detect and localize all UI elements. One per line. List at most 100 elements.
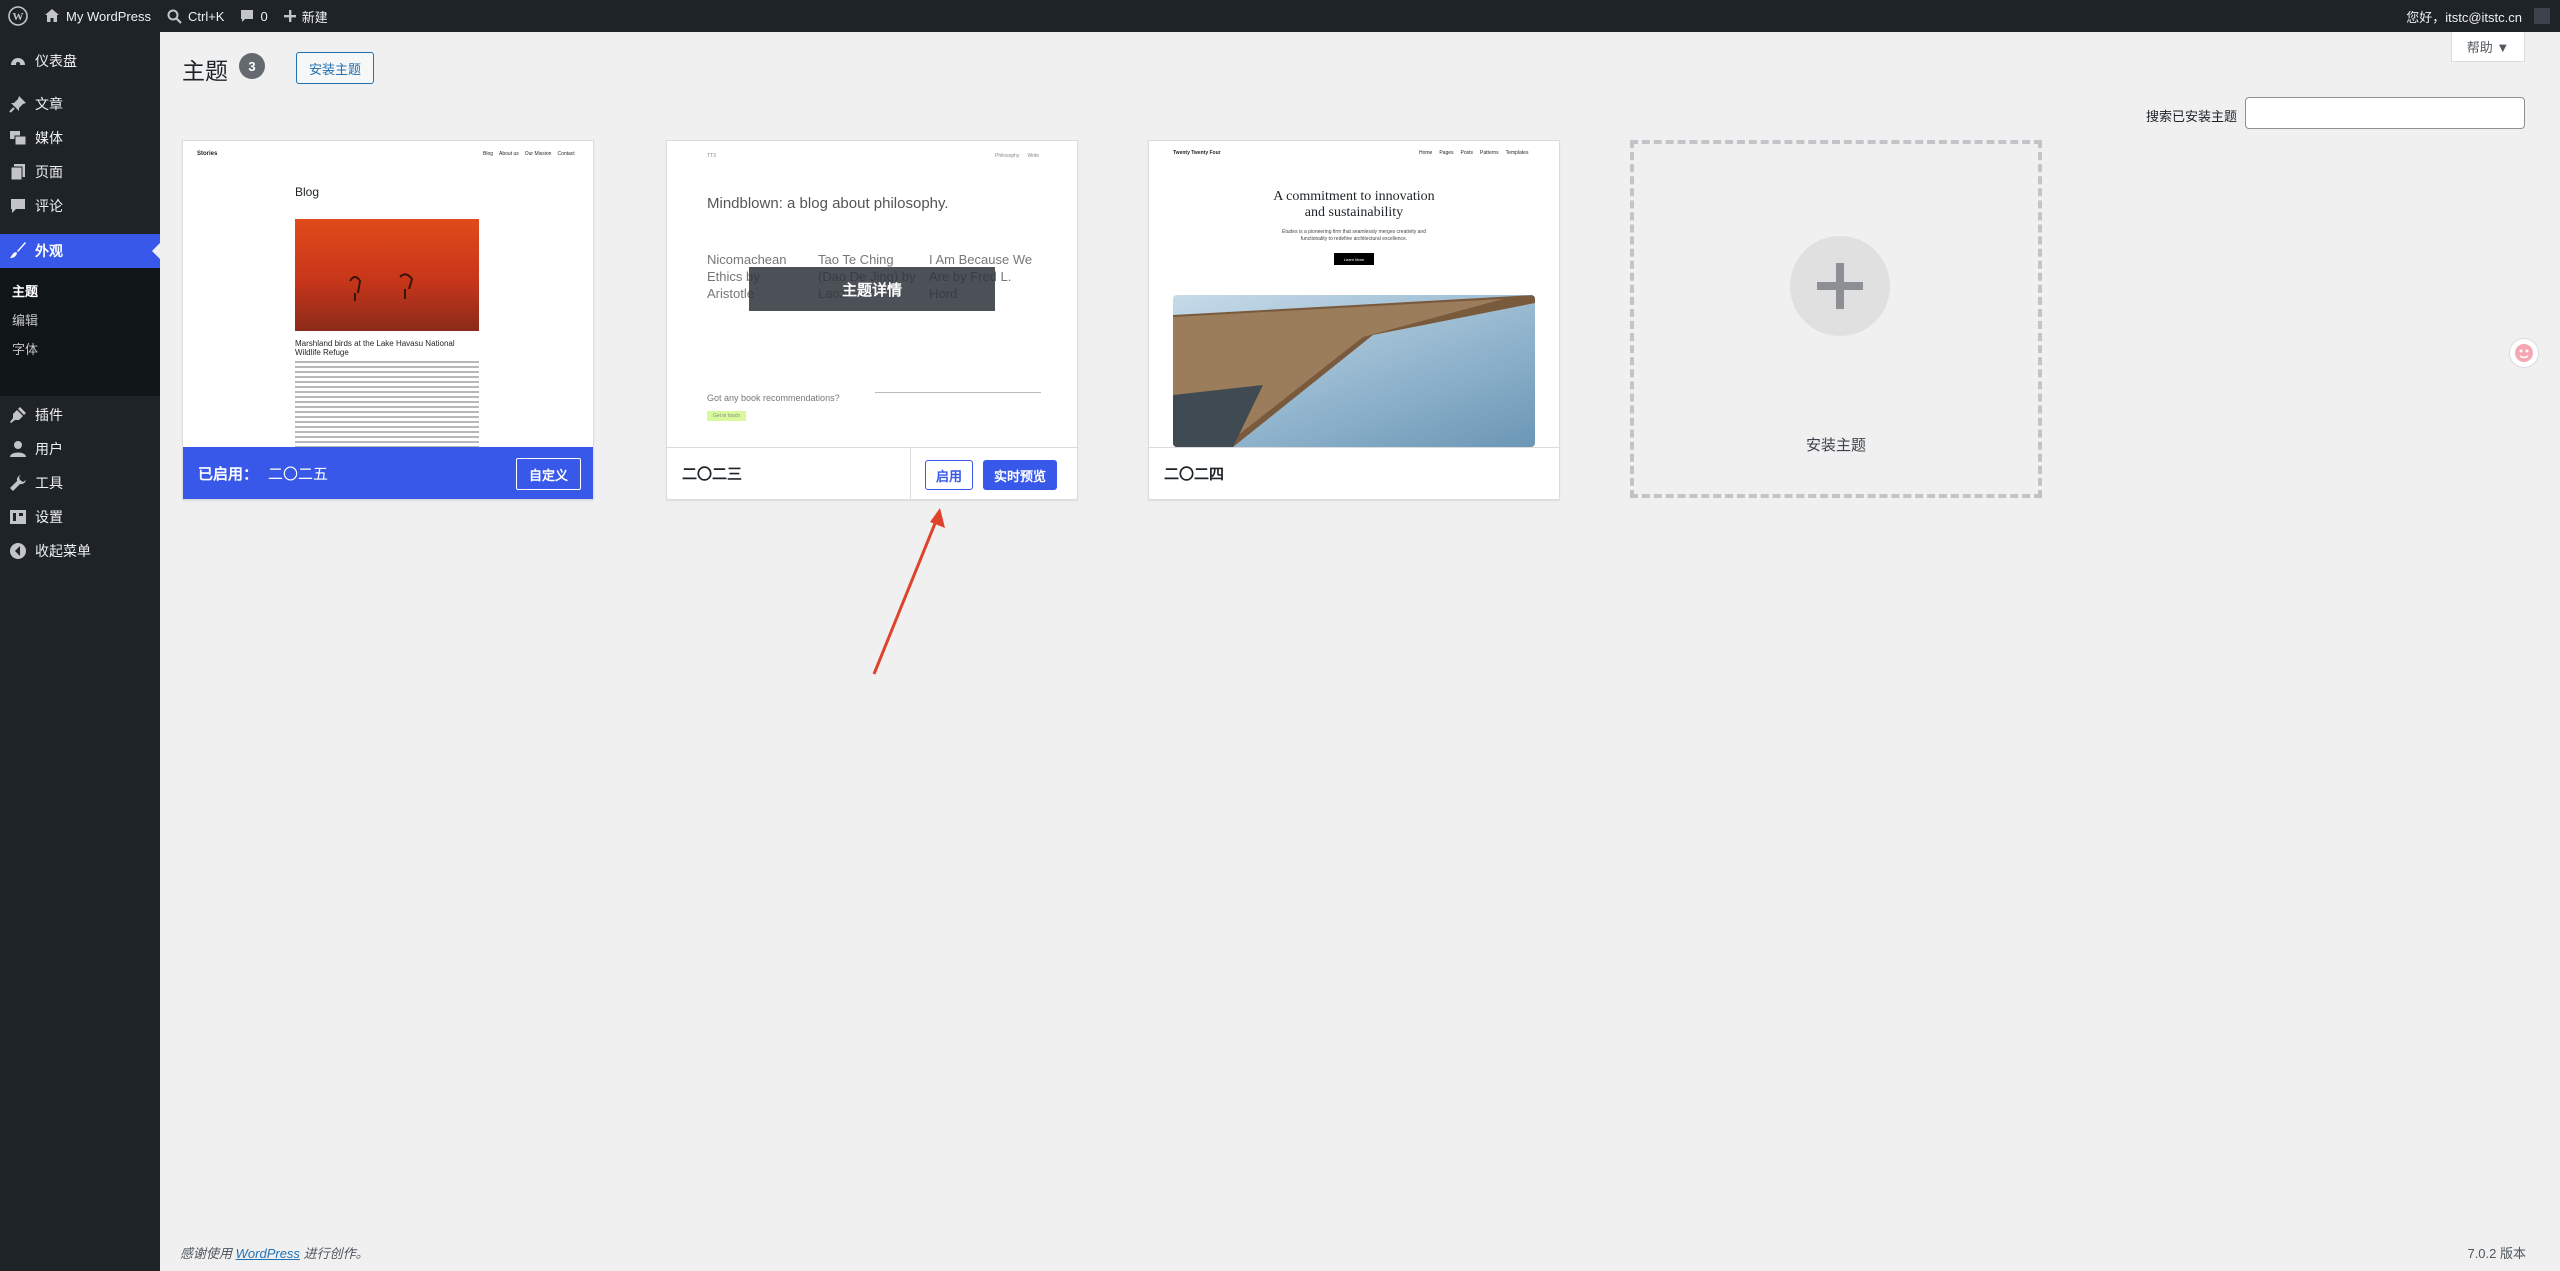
sidebar-item-label: 媒体: [35, 130, 63, 146]
sidebar-item-collapse[interactable]: 收起菜单: [0, 534, 160, 568]
new-content-button[interactable]: 新建: [276, 0, 336, 32]
pin-icon: [9, 96, 26, 113]
theme-count-badge: 3: [239, 53, 265, 79]
theme-card-twentytwentyfive[interactable]: Stories Blog About us Our Mission Contac…: [182, 140, 594, 500]
admin-sidebar: 仪表盘 文章 媒体 页面 评论 外观 主题 编辑 字体 插件 用户 工具 设置: [0, 32, 160, 1271]
preview-hero-image: [295, 219, 479, 331]
brush-icon: [10, 242, 26, 258]
new-label: 新建: [301, 9, 328, 25]
sidebar-item-posts[interactable]: 文章: [0, 87, 160, 121]
page-icon: [10, 164, 25, 181]
comments-count: 0: [260, 8, 268, 24]
sidebar-item-label: 插件: [35, 407, 63, 423]
footer-text: 进行创作。: [303, 1246, 369, 1261]
preview-nav: Philosophy Write: [995, 153, 1039, 159]
svg-text:W: W: [13, 11, 24, 23]
active-label: 已启用：: [198, 465, 259, 483]
theme-name: 二〇二三: [682, 466, 743, 483]
theme-details-overlay[interactable]: 主题详情: [749, 267, 995, 311]
wordpress-logo-button[interactable]: W: [0, 0, 36, 32]
preview-heading-line1: A commitment to innovation: [1273, 189, 1435, 204]
plugin-icon: [10, 407, 26, 423]
site-name: My WordPress: [66, 8, 151, 24]
sidebar-item-label: 文章: [35, 96, 63, 112]
preview-nav-item: Patterns: [1480, 150, 1499, 156]
preview-body-text: [295, 361, 479, 447]
submenu-item-fonts[interactable]: 字体: [12, 339, 38, 358]
theme-info-bar: 已启用： 二〇二五 自定义: [183, 447, 593, 499]
sidebar-item-label: 收起菜单: [35, 543, 91, 559]
theme-screenshot[interactable]: Twenty Twenty Four Home Pages Posts Patt…: [1149, 141, 1559, 447]
theme-name-text: 二〇二五: [268, 465, 329, 483]
preview-cta: Learn More: [1334, 253, 1374, 265]
theme-screenshot[interactable]: Stories Blog About us Our Mission Contac…: [183, 141, 593, 447]
sidebar-item-label: 评论: [35, 198, 63, 214]
sidebar-item-comments[interactable]: 评论: [0, 189, 160, 223]
search-icon: [167, 9, 182, 24]
birds-image: [349, 273, 414, 301]
footer-version: 7.0.2 版本: [2467, 1246, 2526, 1261]
sidebar-item-plugins[interactable]: 插件: [0, 398, 160, 432]
help-tab-button[interactable]: 帮助 ▼: [2451, 32, 2525, 62]
collapse-icon: [10, 543, 26, 559]
dashboard-icon: [11, 58, 25, 66]
sidebar-item-appearance[interactable]: 外观: [0, 234, 160, 268]
activate-button[interactable]: 启用: [925, 460, 974, 490]
preview-nav-item: Our Mission: [524, 151, 552, 157]
theme-card-twentytwentyfour[interactable]: Twenty Twenty Four Home Pages Posts Patt…: [1148, 140, 1560, 500]
preview-heading: Mindblown: a blog about philosophy.: [707, 195, 949, 212]
sidebar-item-label: 仪表盘: [35, 53, 77, 69]
submenu-item-editor[interactable]: 编辑: [12, 310, 38, 329]
theme-card-twentytwentythree[interactable]: TT3 Philosophy Write Mindblown: a blog a…: [666, 140, 1078, 500]
home-icon: [45, 9, 59, 22]
live-preview-button[interactable]: 实时预览: [983, 460, 1058, 490]
plus-icon: [1817, 263, 1863, 309]
comment-bubble-icon: [241, 10, 254, 22]
preview-nav-item: Write: [1027, 153, 1040, 159]
preview-heading: Blog: [295, 185, 320, 199]
theme-name: 已启用： 二〇二五: [183, 463, 328, 484]
add-new-theme-card[interactable]: 安装主题: [1630, 140, 2042, 498]
theme-info-bar: 二〇二四: [1149, 447, 1559, 499]
sidebar-item-users[interactable]: 用户: [0, 432, 160, 466]
preview-site-title: TT3: [707, 153, 716, 159]
sidebar-item-tools[interactable]: 工具: [0, 466, 160, 500]
preview-nav-item: Philosophy: [995, 153, 1020, 159]
divider: [910, 448, 911, 500]
theme-name: 二〇二四: [1164, 466, 1225, 483]
install-theme-button[interactable]: 安装主题: [296, 52, 375, 84]
settings-icon: [10, 510, 26, 524]
theme-info-bar: 二〇二三 启用 实时预览: [667, 447, 1077, 500]
avatar: [2534, 8, 2550, 24]
preview-divider: [875, 392, 1041, 393]
comment-icon: [11, 199, 25, 213]
preview-nav-item: Home: [1419, 150, 1433, 156]
sidebar-item-media[interactable]: 媒体: [0, 121, 160, 155]
page-title: 主题: [182, 58, 228, 84]
sidebar-item-dashboard[interactable]: 仪表盘: [0, 44, 160, 78]
site-name-link[interactable]: My WordPress: [36, 0, 159, 32]
media-icon: [10, 131, 27, 146]
assistant-icon: [2515, 344, 2533, 362]
comments-link[interactable]: 0: [232, 0, 275, 32]
floating-assistant-button[interactable]: [2509, 338, 2539, 368]
theme-screenshot[interactable]: TT3 Philosophy Write Mindblown: a blog a…: [667, 141, 1077, 447]
sidebar-item-label: 设置: [35, 509, 63, 525]
sidebar-item-pages[interactable]: 页面: [0, 155, 160, 189]
admin-bar: W My WordPress Ctrl+K 0 新建 您好，itstc@itst…: [0, 0, 2560, 32]
annotation-arrow: [872, 508, 945, 675]
sidebar-item-settings[interactable]: 设置: [0, 500, 160, 534]
preview-question: Got any book recommendations?: [707, 393, 840, 403]
account-menu[interactable]: 您好，itstc@itstc.cn: [2398, 0, 2560, 32]
greeting: 您好，itstc@itstc.cn: [2406, 9, 2522, 25]
preview-nav: Blog About us Our Mission Contact: [483, 151, 575, 157]
user-icon: [10, 441, 26, 457]
preview-nav-item: Pages: [1439, 150, 1454, 156]
command-palette-button[interactable]: Ctrl+K: [159, 0, 232, 32]
footer-text: 感谢使用: [180, 1246, 233, 1261]
submenu-item-themes[interactable]: 主题: [12, 281, 38, 300]
search-installed-themes-input[interactable]: [2245, 97, 2525, 129]
wordpress-link[interactable]: WordPress: [236, 1246, 300, 1261]
search-shortcut: Ctrl+K: [188, 8, 225, 24]
customize-button[interactable]: 自定义: [515, 458, 581, 490]
